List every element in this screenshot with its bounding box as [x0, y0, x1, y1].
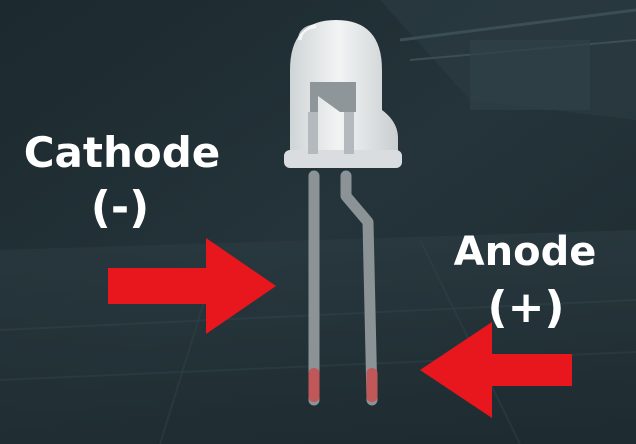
- cathode-lead-tip: [308, 368, 320, 402]
- led-post: [344, 112, 354, 154]
- anode-polarity-label: (+): [487, 282, 565, 333]
- anode-lead-tip: [366, 368, 378, 402]
- cathode-label: Cathode: [23, 128, 221, 177]
- cathode-polarity-label: (-): [90, 182, 150, 233]
- led-post: [308, 112, 318, 154]
- anode-label: Anode: [453, 229, 597, 275]
- led-rim: [284, 150, 402, 168]
